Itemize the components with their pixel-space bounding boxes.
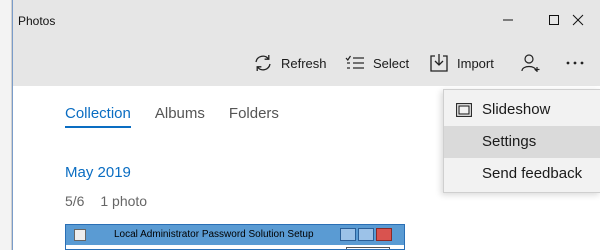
- thumbnail-minimize-icon: [340, 228, 356, 241]
- menu-item-label: Slideshow: [482, 101, 551, 118]
- more-options-button[interactable]: [565, 40, 593, 86]
- menu-item-label: Settings: [482, 133, 537, 150]
- refresh-icon: [255, 55, 271, 71]
- menu-item-send-feedback[interactable]: Send feedback: [444, 158, 600, 190]
- date-group-meta: 5/6 1 photo: [65, 193, 159, 209]
- thumbnail-maximize-icon: [358, 228, 374, 241]
- select-list-icon: [345, 55, 364, 69]
- thumbnail-caption: Local Administrator Password Solution Se…: [114, 229, 314, 240]
- command-bar: Refresh Select Import: [13, 40, 600, 86]
- select-button[interactable]: Select: [345, 40, 409, 86]
- pivot-tabs: Collection Albums Folders: [65, 105, 303, 128]
- window-title: Photos: [18, 14, 56, 28]
- more-options-icon: [566, 61, 584, 65]
- date-group-title[interactable]: May 2019: [65, 164, 131, 181]
- menu-item-label: Send feedback: [482, 165, 583, 182]
- tab-collection[interactable]: Collection: [65, 105, 131, 128]
- import-label: Import: [457, 55, 494, 71]
- setup-app-icon: [74, 229, 86, 241]
- date-group-date: 5/6: [65, 193, 85, 209]
- photo-thumbnail[interactable]: Local Administrator Password Solution Se…: [65, 224, 405, 250]
- import-icon: [430, 54, 448, 72]
- people-button[interactable]: [521, 40, 549, 86]
- menu-item-slideshow[interactable]: Slideshow: [444, 94, 600, 126]
- thumbnail-titlebar: Local Administrator Password Solution Se…: [66, 225, 404, 245]
- thumbnail-close-icon: [376, 228, 392, 241]
- photos-window: Photos Refresh Select Import Collection …: [12, 0, 600, 250]
- title-bar: Photos: [13, 0, 600, 40]
- background-window-edge: [0, 0, 12, 250]
- close-button[interactable]: [555, 0, 600, 40]
- menu-item-settings[interactable]: Settings: [444, 126, 600, 158]
- add-person-icon: [521, 54, 540, 72]
- refresh-label: Refresh: [281, 55, 327, 71]
- tab-folders[interactable]: Folders: [229, 105, 279, 128]
- slideshow-icon: [456, 103, 472, 117]
- date-group-count: 1 photo: [100, 193, 148, 209]
- minimize-button[interactable]: [485, 0, 531, 40]
- refresh-button[interactable]: Refresh: [253, 40, 327, 86]
- import-button[interactable]: Import: [429, 40, 494, 86]
- more-options-menu: Slideshow Settings Send feedback: [443, 89, 600, 193]
- minimize-icon: [503, 19, 513, 21]
- close-icon: [572, 14, 584, 26]
- tab-albums[interactable]: Albums: [155, 105, 205, 128]
- select-label: Select: [373, 55, 410, 71]
